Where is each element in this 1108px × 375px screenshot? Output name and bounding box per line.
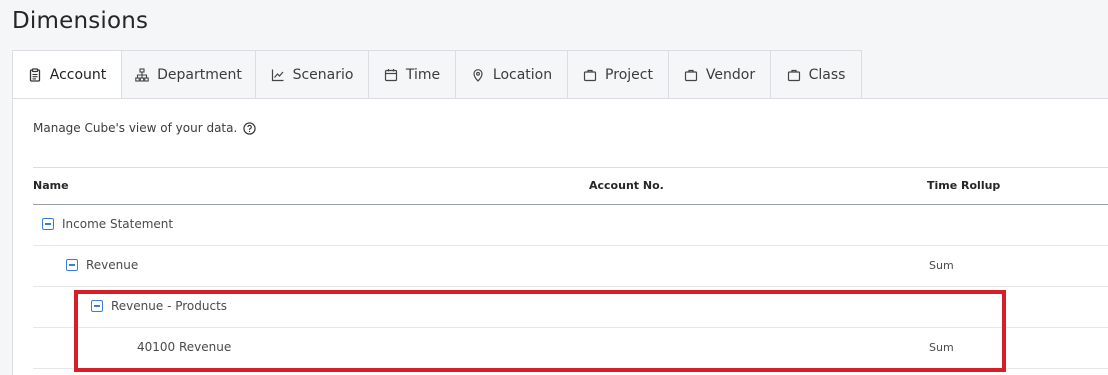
collapse-icon[interactable]	[42, 218, 54, 230]
row-time-rollup: Sum	[929, 259, 954, 272]
intro-text-row: Manage Cube's view of your data.	[33, 121, 256, 135]
row-name-cell: Revenue - Products	[91, 299, 227, 313]
tab-label: Time	[405, 66, 441, 83]
org-chart-icon	[135, 67, 149, 82]
table-row[interactable]: Revenue Sum	[33, 246, 1108, 287]
row-name: Income Statement	[62, 217, 174, 231]
map-pin-icon	[473, 68, 483, 82]
tab-label: Scenario	[292, 66, 354, 83]
table-header: Name Account No. Time Rollup	[33, 167, 1108, 205]
row-name-cell: 40100 Revenue	[137, 340, 231, 354]
column-header-time-rollup[interactable]: Time Rollup	[927, 179, 1000, 192]
dimension-tabs: Account Department Scenario Time Locatio…	[12, 50, 862, 100]
accounts-table: Name Account No. Time Rollup Income Stat…	[33, 167, 1108, 369]
help-icon[interactable]	[243, 121, 256, 135]
intro-text: Manage Cube's view of your data.	[33, 121, 238, 135]
row-name: Revenue - Products	[111, 299, 228, 313]
briefcase-icon	[787, 69, 800, 81]
collapse-icon[interactable]	[91, 300, 103, 312]
clipboard-icon	[29, 68, 40, 82]
table-row[interactable]: Revenue - Products	[33, 287, 1108, 328]
calendar-icon	[384, 68, 397, 81]
line-chart-icon	[271, 69, 284, 81]
row-name: Revenue	[86, 258, 139, 272]
tab-label: Vendor	[705, 66, 756, 83]
tab-label: Account	[49, 67, 107, 83]
tab-label: Project	[605, 66, 653, 83]
tab-location[interactable]: Location	[456, 50, 568, 99]
account-panel: Manage Cube's view of your data. Name Ac…	[12, 98, 1108, 375]
page-title: Dimensions	[12, 8, 149, 34]
row-name-cell: Revenue	[66, 258, 138, 272]
tab-scenario[interactable]: Scenario	[256, 50, 369, 99]
tab-account[interactable]: Account	[12, 50, 122, 100]
tab-department[interactable]: Department	[122, 50, 256, 99]
tab-label: Location	[492, 66, 553, 83]
column-header-name[interactable]: Name	[33, 179, 69, 192]
row-name-cell: Income Statement	[42, 217, 173, 231]
table-row[interactable]: 40100 Revenue Sum	[33, 328, 1108, 369]
row-time-rollup: Sum	[929, 341, 954, 354]
collapse-icon[interactable]	[66, 259, 78, 271]
tab-project[interactable]: Project	[568, 50, 669, 99]
tab-class[interactable]: Class	[771, 50, 862, 99]
table-row[interactable]: Income Statement	[33, 205, 1108, 246]
briefcase-icon	[583, 69, 597, 81]
row-name: 40100 Revenue	[137, 340, 232, 354]
tab-label: Class	[808, 66, 846, 83]
column-header-account-no[interactable]: Account No.	[589, 179, 664, 192]
briefcase-icon	[684, 69, 698, 81]
tab-vendor[interactable]: Vendor	[669, 50, 771, 99]
tab-time[interactable]: Time	[369, 50, 456, 99]
tab-label: Department	[157, 66, 242, 83]
